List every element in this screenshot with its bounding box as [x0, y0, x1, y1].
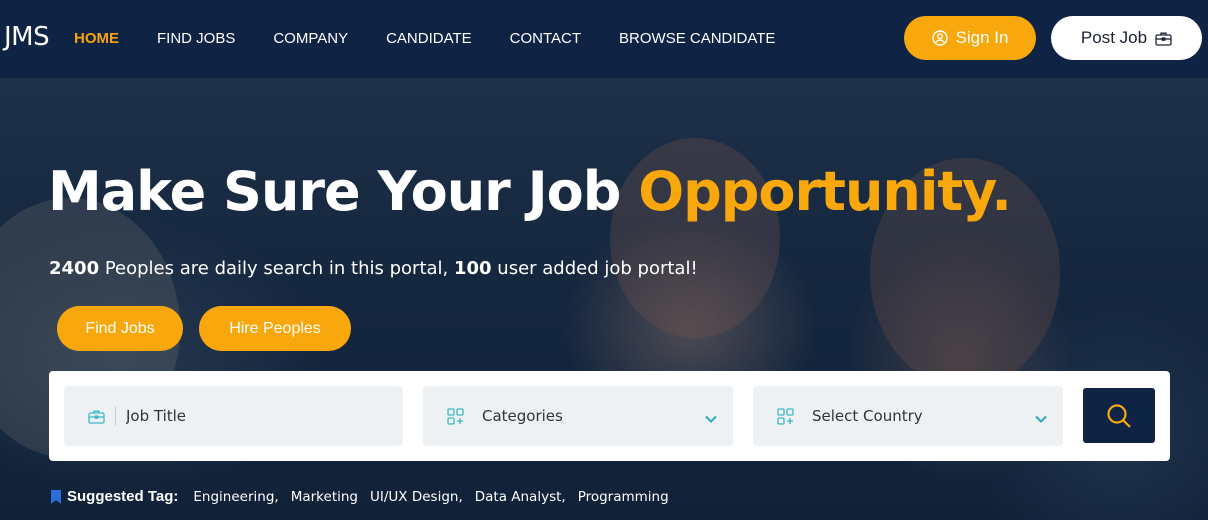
daily-search-count: 2400 [49, 258, 100, 279]
field-divider [115, 406, 116, 426]
tag-programming[interactable]: Programming [578, 489, 669, 505]
country-label: Select Country [812, 407, 923, 425]
hero-title-main: Make Sure Your Job [48, 160, 639, 223]
chevron-down-icon [705, 410, 717, 427]
grid-plus-icon [447, 407, 464, 425]
nav-company[interactable]: COMPANY [273, 30, 348, 47]
country-select[interactable]: Select Country [753, 386, 1063, 446]
categories-select[interactable]: Categories [423, 386, 733, 446]
bookmark-icon [51, 489, 61, 504]
categories-label: Categories [482, 407, 563, 425]
grid-plus-icon [777, 407, 794, 425]
top-navbar: JMS HOME FIND JOBS COMPANY CANDIDATE CON… [0, 0, 1208, 78]
sign-in-button[interactable]: Sign In [904, 16, 1036, 60]
find-jobs-button[interactable]: Find Jobs [57, 306, 183, 351]
briefcase-icon [88, 409, 105, 424]
search-icon [1107, 403, 1131, 428]
sign-in-label: Sign In [955, 28, 1009, 47]
job-search-form: Categories Select Country [49, 371, 1170, 461]
chevron-down-icon [1035, 410, 1047, 427]
site-logo[interactable]: JMS [4, 22, 50, 52]
hire-peoples-button[interactable]: Hire Peoples [199, 306, 351, 351]
tag-data-analyst[interactable]: Data Analyst, [475, 489, 566, 505]
nav-contact[interactable]: CONTACT [510, 30, 581, 47]
nav-candidate[interactable]: CANDIDATE [386, 30, 472, 47]
tag-ui-ux-design[interactable]: UI/UX Design, [370, 489, 463, 505]
user-added-count: 100 [453, 258, 492, 279]
hero-section: Make Sure Your Job Opportunity. 2400 Peo… [0, 78, 1208, 520]
job-title-field[interactable] [64, 386, 403, 446]
hero-title-accent: Opportunity. [638, 160, 1012, 223]
nav-find-jobs[interactable]: FIND JOBS [157, 30, 235, 47]
tag-marketing[interactable]: Marketing [291, 489, 358, 505]
suggested-tags: Suggested Tag: Engineering, Marketing UI… [51, 488, 681, 505]
post-job-label: Post Job [1080, 28, 1148, 47]
job-title-input[interactable] [126, 407, 326, 425]
tag-engineering[interactable]: Engineering, [193, 489, 278, 505]
nav-home[interactable]: HOME [74, 30, 119, 47]
hero-subtitle: 2400 Peoples are daily search in this po… [49, 258, 698, 279]
main-nav: HOME FIND JOBS COMPANY CANDIDATE CONTACT… [74, 30, 813, 47]
search-button[interactable] [1083, 388, 1155, 443]
hero-title: Make Sure Your Job Opportunity. [48, 160, 1012, 223]
nav-browse-candidate[interactable]: BROWSE CANDIDATE [619, 30, 775, 47]
hero-subtitle-text-1: Peoples are daily search in this portal, [99, 258, 454, 279]
suggested-tag-label: Suggested Tag: [67, 488, 179, 505]
briefcase-icon [1155, 32, 1172, 46]
hero-subtitle-text-2: user added job portal! [491, 258, 698, 279]
user-circle-icon [931, 30, 948, 46]
post-job-button[interactable]: Post Job [1051, 16, 1202, 60]
